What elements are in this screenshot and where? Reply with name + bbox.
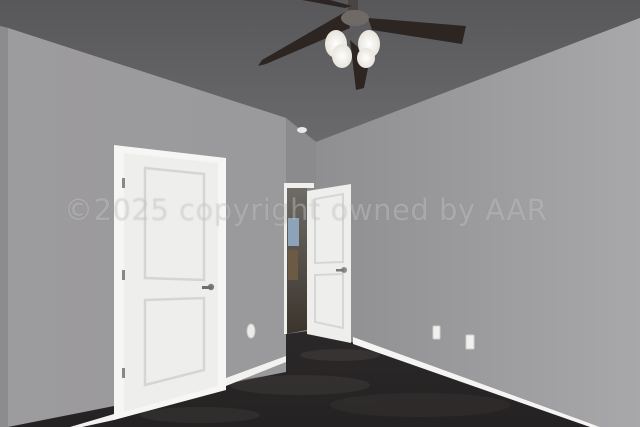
outlet-cover xyxy=(246,323,256,339)
left-edge-wall xyxy=(0,26,8,427)
hallway-trim xyxy=(284,183,314,188)
smoke-detector xyxy=(297,127,307,133)
watermark-text: ©2025 copyright owned by AAR xyxy=(64,193,548,227)
light-switch xyxy=(432,325,441,340)
electrical-outlet xyxy=(465,334,475,350)
